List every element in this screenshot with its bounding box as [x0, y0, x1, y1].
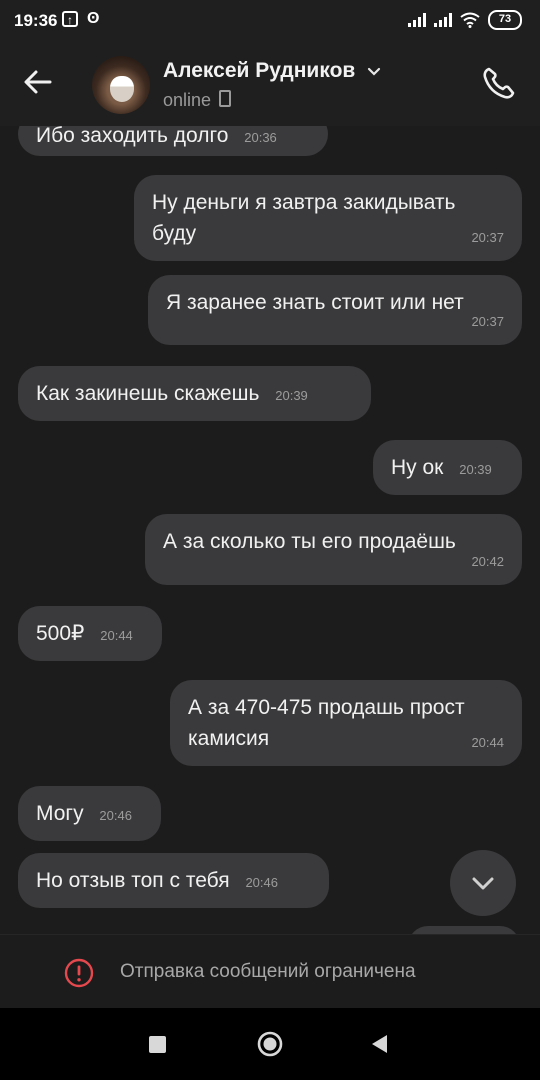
message-time: 20:44: [100, 628, 133, 643]
call-button[interactable]: [480, 64, 518, 102]
status-bar: 19:36 ↑ ʘ 73: [0, 0, 540, 42]
contact-name-button[interactable]: Алексей Рудников: [163, 59, 381, 83]
message-text: 500₽: [36, 622, 85, 645]
message-time: 20:46: [99, 808, 132, 823]
message-bubble-in[interactable]: Но отзыв топ с тебя 20:46: [18, 853, 329, 908]
battery-indicator: 73: [488, 10, 522, 30]
back-nav-button[interactable]: [369, 1033, 389, 1055]
online-status: online: [163, 90, 212, 110]
message-time: 20:46: [245, 875, 278, 890]
message-text: Могу: [36, 802, 84, 825]
contact-status: online: [163, 90, 232, 111]
contact-name: Алексей Рудников: [163, 59, 356, 82]
message-bubble-in[interactable]: Ибо заходить долго 20:36: [18, 126, 328, 156]
avatar[interactable]: [92, 56, 150, 114]
message-time: 20:39: [275, 388, 308, 403]
restriction-message: Отправка сообщений ограничена: [120, 961, 416, 982]
message-text: А за 470-475 продашь прост камисия: [188, 696, 465, 750]
system-nav-bar: [0, 1008, 540, 1080]
message-bubble-out-partial[interactable]: [408, 926, 520, 934]
back-arrow-icon: [24, 70, 52, 94]
signal-icon-2: [434, 13, 452, 27]
message-time: 20:37: [471, 314, 504, 329]
message-time: 20:42: [471, 554, 504, 569]
chevron-down-icon: [368, 67, 381, 76]
phone-call-icon: [483, 67, 515, 99]
message-text: Ну ок: [391, 456, 444, 479]
warning-icon: [64, 958, 94, 988]
message-bubble-out[interactable]: Ну ок 20:39: [373, 440, 522, 495]
message-text: Как закинешь скажешь: [36, 382, 260, 405]
message-bubble-out[interactable]: А за 470-475 продашь прост камисия 20:44: [170, 680, 522, 766]
avatar-image: [110, 76, 134, 102]
message-bubble-out[interactable]: Ну деньги я завтра закидывать буду 20:37: [134, 175, 522, 261]
message-text: Ну деньги я завтра закидывать буду: [152, 191, 456, 245]
scroll-down-button[interactable]: [450, 850, 516, 916]
message-bubble-out[interactable]: А за сколько ты его продаёшь 20:42: [145, 514, 522, 585]
mobile-device-icon: [219, 90, 232, 107]
message-time: 20:44: [471, 735, 504, 750]
chevron-down-icon: [472, 877, 494, 890]
signal-icon: [408, 13, 426, 27]
message-time: 20:36: [244, 130, 277, 145]
message-bubble-in[interactable]: Могу 20:46: [18, 786, 161, 841]
message-list[interactable]: Ибо заходить долго 20:36 Ну деньги я зав…: [0, 126, 540, 934]
message-time: 20:39: [459, 462, 492, 477]
composer-restricted-bar: Отправка сообщений ограничена: [0, 934, 540, 1009]
message-bubble-in[interactable]: 500₽ 20:44: [18, 606, 162, 661]
message-text: А за сколько ты его продаёшь: [163, 530, 456, 553]
recent-apps-button[interactable]: [149, 1036, 166, 1053]
message-text: Ибо заходить долго: [36, 126, 229, 147]
upload-icon: ↑: [62, 11, 78, 27]
message-bubble-out[interactable]: Я заранее знать стоит или нет 20:37: [148, 275, 522, 345]
message-time: 20:37: [471, 230, 504, 245]
message-text: Но отзыв топ с тебя: [36, 869, 230, 892]
message-bubble-in[interactable]: Как закинешь скажешь 20:39: [18, 366, 371, 421]
status-time: 19:36: [14, 11, 58, 30]
back-button[interactable]: [20, 64, 64, 104]
message-text: Я заранее знать стоит или нет: [166, 291, 464, 314]
wifi-icon: [460, 12, 480, 28]
home-button[interactable]: [257, 1031, 283, 1057]
chat-header: Алексей Рудников online: [0, 42, 540, 126]
notification-icon: ʘ: [87, 10, 100, 27]
